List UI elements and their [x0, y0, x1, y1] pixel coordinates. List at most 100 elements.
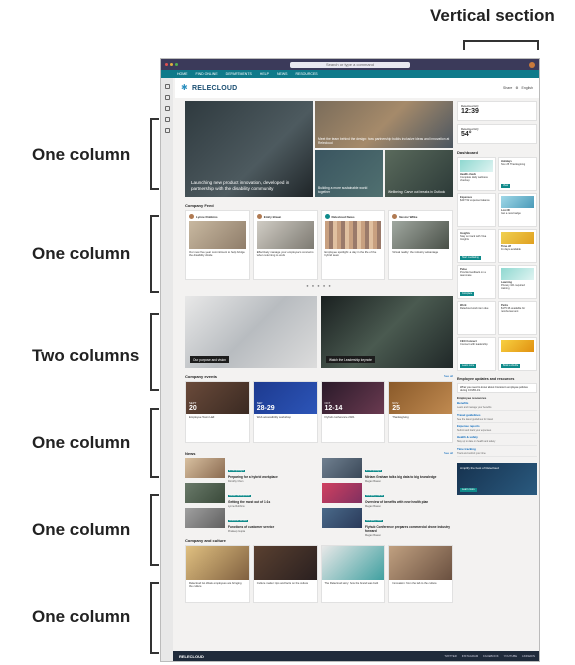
- teams-icon[interactable]: [164, 106, 170, 111]
- nav-item-find-online[interactable]: FIND ONLINE: [196, 72, 218, 76]
- site-footer: RELECLOUD TWITTER INSTAGRAM FACEBOOK YOU…: [173, 651, 539, 661]
- feed-pager[interactable]: ● ● ● ● ●: [185, 283, 453, 288]
- nav-item-resources[interactable]: RESOURCES: [295, 72, 317, 76]
- dashboard-title: Dashboard: [457, 150, 478, 155]
- weather-card[interactable]: Relecloud HQ 54°: [457, 124, 537, 144]
- files-icon[interactable]: [164, 128, 170, 133]
- footer-link-instagram[interactable]: INSTAGRAM: [462, 654, 478, 658]
- update-item[interactable]: What you need to know about Contoso's em…: [457, 383, 537, 393]
- footer-link-youtube[interactable]: YOUTUBE: [504, 654, 518, 658]
- news-item[interactable]: In the spotlight Miriam Graham talks big …: [322, 458, 453, 483]
- dashboard-card-time-off[interactable]: Time off 11 days available: [498, 229, 537, 263]
- hero-main-tile[interactable]: Launching new product innovation, develo…: [185, 101, 313, 197]
- dashboard-card-button[interactable]: View: [501, 183, 511, 188]
- dashboard-card-text: Get a new badge: [501, 212, 521, 216]
- nav-item-departments[interactable]: DEPARTMENTS: [226, 72, 252, 76]
- avatar: [324, 214, 330, 219]
- dashboard-card-perks[interactable]: Perks $175.36 available for reimbursement: [498, 301, 537, 335]
- dashboard-card-work[interactable]: Work Relecloud work item due: [457, 301, 496, 335]
- culture-card[interactable]: Relecloud Go Week employees are bringing…: [185, 545, 250, 603]
- hero-wide-tile[interactable]: Meet the team behind the design: how par…: [315, 101, 453, 148]
- dashboard-card-text: $437.52 expense balance: [460, 199, 490, 203]
- footer-link-twitter[interactable]: TWITTER: [444, 654, 456, 658]
- dashboard-card-button[interactable]: Complete: [460, 291, 475, 296]
- dashboard-card-shuttle[interactable]: Book a shuttle: [498, 337, 537, 371]
- news-item[interactable]: Company events Overview of benefits with …: [322, 483, 453, 508]
- news-item[interactable]: Company news Flyhub Conference prepares c…: [322, 508, 453, 537]
- culture-card[interactable]: Innovation: from the lab to the culture: [388, 545, 453, 603]
- dashboard-card-learning[interactable]: Learning Privacy 101 required training: [498, 265, 537, 299]
- nav-item-news[interactable]: NEWS: [277, 72, 288, 76]
- nav-item-help[interactable]: HELP: [260, 72, 269, 76]
- news-author: Pradeep Gupta: [228, 529, 245, 533]
- share-button[interactable]: Share: [503, 86, 512, 90]
- settings-icon[interactable]: ⚙: [515, 86, 518, 90]
- clock-card[interactable]: Relecloud HQ 12:39: [457, 101, 537, 121]
- hero-tile-wellbeing[interactable]: Wellbeing: Carve out breaks in Outlook: [385, 150, 453, 197]
- section-label-4: One column: [32, 433, 131, 452]
- search-input[interactable]: Search or type a command: [290, 61, 410, 68]
- event-card[interactable]: SEP 28-29 Web accessibility workshop: [252, 381, 318, 443]
- dashboard-grid: Health check Complete daily wellness chec…: [457, 157, 537, 371]
- resource-item[interactable]: Travel guidelines See the latest guidelin…: [457, 411, 537, 423]
- dashboard-card-ceo-connect[interactable]: CEO Connect Connect with leadership Learn …: [457, 337, 496, 371]
- dashboard-card-health[interactable]: Health check Complete daily wellness chec…: [457, 157, 496, 191]
- news-tag: Customer service: [228, 520, 248, 522]
- intranet-screenshot: Search or type a command HOME FIND ONLIN…: [160, 58, 540, 662]
- dashboard-card-text: Relecloud work item due: [460, 307, 489, 311]
- hero-tile-b-caption: Wellbeing: Carve out breaks in Outlook: [388, 190, 446, 194]
- news-item[interactable]: Customer service Functions of customer se…: [185, 508, 316, 533]
- footer-link-facebook[interactable]: FACEBOOK: [483, 654, 498, 658]
- video-keynote[interactable]: Watch the Leadership keynote: [321, 296, 453, 368]
- site-logo-text: RELECLOUD: [192, 84, 238, 92]
- culture-card[interactable]: Culture matter: tips and facts on the cu…: [252, 545, 318, 603]
- dashboard-card-button[interactable]: Start meditating: [460, 255, 481, 260]
- close-dot-icon[interactable]: [165, 63, 168, 66]
- promo-button[interactable]: Learn more: [460, 487, 477, 492]
- news-item[interactable]: In the spotlight Preparing for a hybrid w…: [185, 458, 316, 483]
- event-card[interactable]: SEPT 20 Employee Town Hall: [185, 381, 250, 443]
- feed-card[interactable]: Lynne Robbins Our new five-year commitme…: [185, 210, 250, 280]
- dashboard-card-button[interactable]: Learn more: [460, 363, 477, 368]
- user-avatar[interactable]: [529, 61, 535, 68]
- dashboard-card-pulse[interactable]: Pulse Provide feedback on a teammate Compl…: [457, 265, 496, 299]
- resource-sub: Stay up to date on health and safety: [457, 440, 496, 444]
- calendar-icon[interactable]: [164, 117, 170, 122]
- language-selector[interactable]: English: [522, 86, 533, 90]
- news-item[interactable]: Career development Getting the most out o…: [185, 483, 316, 508]
- nav-item-home[interactable]: HOME: [177, 72, 188, 76]
- resource-item[interactable]: Time tracking Track and submit your time: [457, 446, 537, 457]
- resource-item[interactable]: Benefits Learn and manage your benefits: [457, 400, 537, 412]
- feed-card[interactable]: Nestor Wilke Virtual reality: the indust…: [388, 210, 453, 280]
- dashboard-card-lost-id[interactable]: Lost ID Get a new badge: [498, 193, 537, 227]
- dashboard-card-button[interactable]: Book a shuttle: [501, 363, 521, 368]
- section-label-5: One column: [32, 520, 131, 539]
- dashboard-card-expenses[interactable]: Expenses $437.52 expense balance: [457, 193, 496, 227]
- maximize-dot-icon[interactable]: [175, 63, 178, 66]
- resource-item[interactable]: Health & safety Stay up to date on health…: [457, 434, 537, 446]
- activity-icon[interactable]: [164, 84, 170, 89]
- chat-icon[interactable]: [164, 95, 170, 100]
- resource-item[interactable]: Expense reports Submit and track your exp…: [457, 423, 537, 435]
- culture-section: Company and culture Relecloud Go Week em…: [185, 538, 453, 603]
- news-see-all-link[interactable]: See all: [444, 451, 453, 455]
- events-list: SEPT 20 Employee Town Hall SEP 28-29 Web a…: [185, 381, 453, 443]
- learning-icon: [501, 268, 534, 280]
- dashboard-card-text: Provide feedback on a teammate: [460, 271, 486, 278]
- feed-card[interactable]: Relecloud News Employee spotlight: a day…: [320, 210, 386, 280]
- footer-link-linkedin[interactable]: LINKEDIN: [522, 654, 535, 658]
- event-card[interactable]: NOV 25 Thanksgiving: [388, 381, 453, 443]
- hero-tile-sustainable[interactable]: Building a more sustainable world togeth…: [315, 150, 383, 197]
- minimize-dot-icon[interactable]: [170, 63, 173, 66]
- section-label-2: One column: [32, 244, 131, 263]
- events-see-all-link[interactable]: See all: [444, 374, 453, 378]
- dashboard-card-insights[interactable]: Insights Stay on track with Viva Insights…: [457, 229, 496, 263]
- dashboard-card-holidays[interactable]: Holidays Nov 25 Thanksgiving View: [498, 157, 537, 191]
- promo-banner[interactable]: Amplify the best of Relecloud Learn more: [457, 462, 537, 495]
- video-purpose[interactable]: Our purpose and vision: [185, 296, 317, 368]
- culture-card[interactable]: The Relecloud story: how the brand was b…: [320, 545, 386, 603]
- feed-card[interactable]: Emily Braun Effectively manage your empl…: [252, 210, 318, 280]
- news-image: [185, 458, 225, 478]
- event-card[interactable]: OCT 12-14 Flyhub conference 2021: [320, 381, 386, 443]
- hero-section: Launching new product innovation, develo…: [185, 101, 453, 197]
